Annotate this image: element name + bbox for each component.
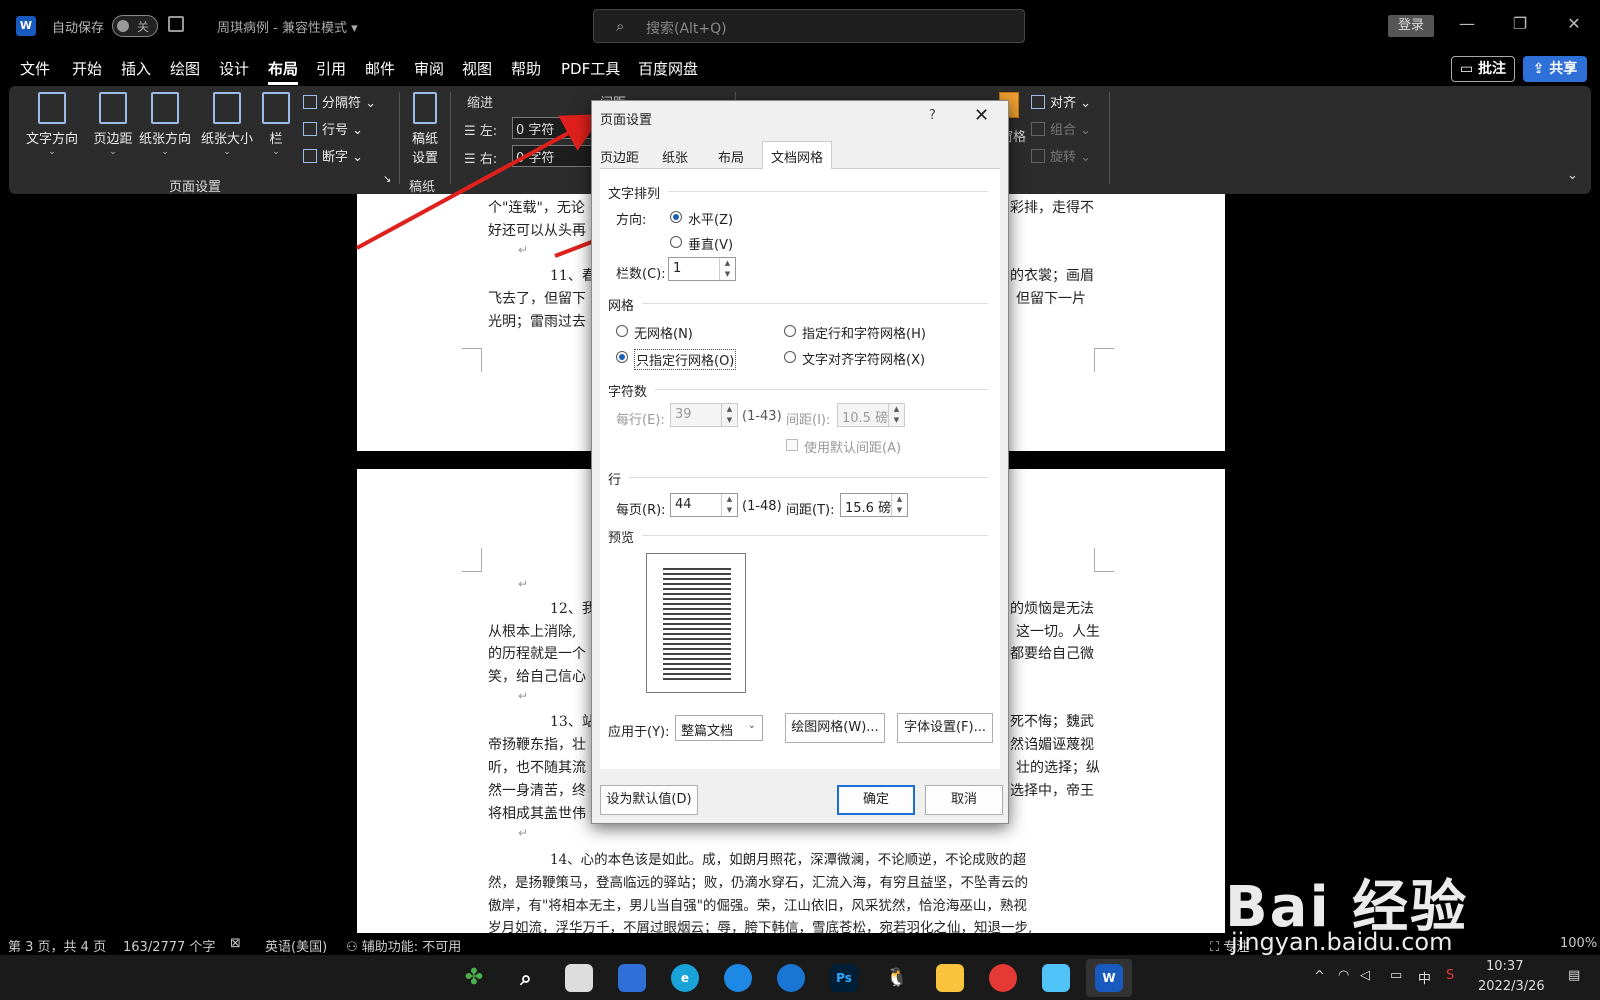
grid-preview: [646, 553, 746, 693]
char-pitch-spinner[interactable]: 10.5 磅 ▲ ▼: [837, 403, 905, 427]
line-pitch-spinner[interactable]: 15.6 磅 ▲ ▼: [840, 493, 908, 517]
apply-to-label: 应用于(Y):: [608, 725, 670, 740]
horizontal-label[interactable]: 水平(Z): [688, 209, 733, 228]
grid-panel: 文字排列 方向: 水平(Z) 垂直(V) 栏数(C): 1 ▲ ▼ 网格 无网格(N…: [600, 169, 1000, 769]
lines-and-chars-grid-radio[interactable]: [784, 325, 796, 337]
preview-title: 预览: [608, 531, 635, 546]
clock-time[interactable]: 10:37: [1486, 959, 1523, 974]
start-icon[interactable]: ✤: [460, 964, 488, 992]
accessibility-icon: ⚇: [346, 940, 362, 955]
no-grid-label[interactable]: 无网格(N): [634, 323, 693, 342]
browser-icon[interactable]: [777, 964, 805, 992]
direction-label: 方向:: [616, 213, 647, 228]
sogou-icon[interactable]: S: [1446, 968, 1454, 983]
page-count[interactable]: 第 3 页，共 4 页: [8, 936, 106, 955]
chevron-down-icon: ⌄: [747, 720, 756, 731]
wifi-icon[interactable]: ◠: [1338, 968, 1349, 983]
ime-indicator[interactable]: 中: [1418, 968, 1431, 987]
per-page-range: (1-48): [742, 499, 782, 514]
taskbar: ✤ ⌕ e Ps 🐧 W ^ ◠ ◁ ▭ 中 S 10:37 2022/3/26…: [0, 955, 1600, 1000]
proofing-icon[interactable]: ⊠: [230, 936, 241, 951]
per-line-label: 每行(E):: [616, 413, 665, 428]
lines-only-grid-radio[interactable]: [616, 351, 628, 363]
snap-to-chars-grid-radio[interactable]: [784, 351, 796, 363]
page-setup-dialog: 页面设置 ? ✕ 页边距 纸张 布局 文档网格 文字排列 方向: 水平(Z) 垂…: [591, 100, 1009, 824]
lines-title: 行: [608, 473, 622, 488]
tab-document-grid[interactable]: 文档网格: [762, 141, 833, 169]
tab-layout[interactable]: 布局: [718, 147, 744, 166]
accessibility-status[interactable]: ⚇ 辅助功能: 不可用: [346, 936, 461, 955]
feishu-icon[interactable]: [724, 964, 752, 992]
per-page-label: 每页(R):: [616, 503, 666, 518]
vertical-radio[interactable]: [670, 236, 682, 248]
arrow-to-dialog-title: [356, 114, 604, 250]
dialog-tabs: 页边距 纸张 布局 文档网格: [600, 141, 1000, 169]
word-taskbar-icon[interactable]: W: [1095, 964, 1123, 992]
edge-icon[interactable]: e: [671, 964, 699, 992]
snap-to-chars-grid-label[interactable]: 文字对齐字符网格(X): [802, 349, 925, 368]
clock-date[interactable]: 2022/3/26: [1478, 979, 1545, 994]
text-flow-title: 文字排列: [608, 187, 661, 202]
columns-label: 栏数(C):: [616, 267, 666, 282]
notification-icon[interactable]: ▤: [1568, 968, 1580, 983]
horizontal-radio[interactable]: [670, 211, 682, 223]
lines-and-chars-grid-label[interactable]: 指定行和字符网格(H): [802, 323, 926, 342]
battery-icon[interactable]: ▭: [1390, 968, 1402, 983]
grid-title: 网格: [608, 299, 635, 314]
cancel-button[interactable]: 取消: [925, 785, 1003, 815]
line-pitch-label: 间距(T):: [786, 503, 835, 518]
close-icon[interactable]: ✕: [974, 105, 989, 126]
tab-margins[interactable]: 页边距: [600, 147, 639, 166]
drawing-grid-button[interactable]: 绘图网格(W)...: [785, 713, 885, 743]
use-default-pitch-checkbox[interactable]: [786, 439, 798, 451]
apply-to-select[interactable]: 整篇文档 ⌄: [675, 715, 763, 741]
task-view-icon[interactable]: [565, 964, 593, 992]
word-count[interactable]: 163/2777 个字: [123, 936, 215, 955]
widgets-icon[interactable]: [618, 964, 646, 992]
language[interactable]: 英语(美国): [265, 936, 327, 955]
per-line-range: (1-43): [742, 409, 782, 424]
notepad-icon[interactable]: [1042, 964, 1070, 992]
chars-per-line-spinner[interactable]: 39 ▲ ▼: [670, 403, 738, 427]
file-explorer-icon[interactable]: [936, 964, 964, 992]
focus-icon: ⛶: [1210, 940, 1224, 955]
no-grid-radio[interactable]: [616, 325, 628, 337]
volume-icon[interactable]: ◁: [1360, 968, 1370, 983]
help-icon[interactable]: ?: [929, 108, 936, 123]
qq-icon[interactable]: 🐧: [883, 964, 911, 992]
chrome-icon[interactable]: [989, 964, 1017, 992]
use-default-pitch-label: 使用默认间距(A): [804, 441, 902, 456]
tray-overflow-icon[interactable]: ^: [1314, 969, 1325, 984]
ok-button[interactable]: 确定: [837, 785, 915, 815]
watermark-url: jingyan.baidu.com: [1231, 928, 1453, 956]
tab-paper[interactable]: 纸张: [662, 147, 688, 166]
font-settings-button[interactable]: 字体设置(F)...: [897, 713, 993, 743]
columns-spinner[interactable]: 1 ▲ ▼: [668, 257, 736, 281]
set-default-button[interactable]: 设为默认值(D): [600, 785, 698, 815]
search-taskbar-icon[interactable]: ⌕: [512, 964, 540, 992]
dialog-title: 页面设置: [600, 113, 653, 128]
chars-title: 字符数: [608, 385, 648, 400]
zoom-level[interactable]: 100%: [1560, 936, 1597, 951]
char-pitch-label: 间距(I):: [786, 413, 831, 428]
photoshop-icon[interactable]: Ps: [830, 964, 858, 992]
vertical-label[interactable]: 垂直(V): [688, 234, 733, 253]
lines-per-page-spinner[interactable]: 44 ▲ ▼: [670, 493, 738, 517]
baidu-jingyan-watermark: Bai 经验 jingyan.baidu.com: [1225, 828, 1525, 956]
lines-only-grid-label[interactable]: 只指定行网格(O): [634, 349, 737, 370]
